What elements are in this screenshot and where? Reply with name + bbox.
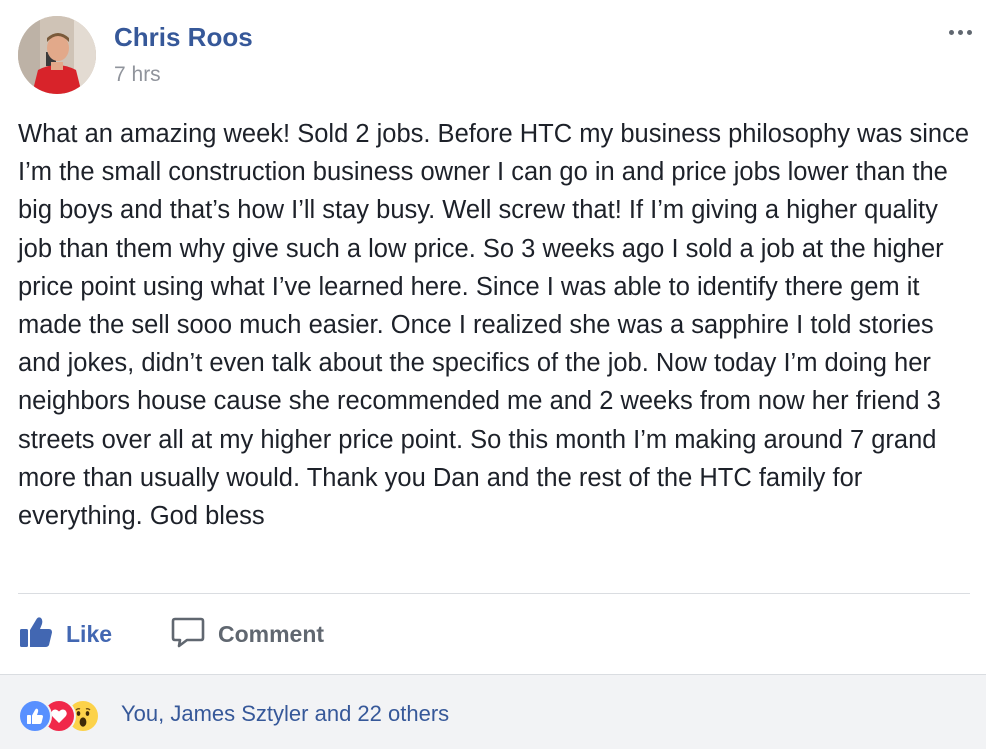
like-button[interactable]: Like xyxy=(18,612,112,656)
thumbs-up-icon xyxy=(18,614,54,655)
like-reaction-icon xyxy=(18,699,52,733)
divider xyxy=(18,593,970,594)
post-timestamp[interactable]: 7 hrs xyxy=(114,62,161,88)
reactions-bar: You, James Sztyler and 22 others xyxy=(0,674,986,749)
like-label: Like xyxy=(66,620,113,647)
reaction-summary[interactable]: You, James Sztyler and 22 others xyxy=(121,701,449,727)
comment-icon xyxy=(170,614,206,655)
post-card: Chris Roos 7 hrs What an amazing week! S… xyxy=(0,0,986,749)
more-options-icon[interactable] xyxy=(940,18,980,46)
avatar[interactable] xyxy=(18,16,96,94)
post-message: What an amazing week! Sold 2 jobs. Befor… xyxy=(18,120,970,531)
comment-label: Comment xyxy=(218,620,325,647)
reaction-icons[interactable] xyxy=(18,699,118,733)
author-name[interactable]: Chris Roos xyxy=(114,22,253,52)
comment-button[interactable]: Comment xyxy=(170,612,324,656)
